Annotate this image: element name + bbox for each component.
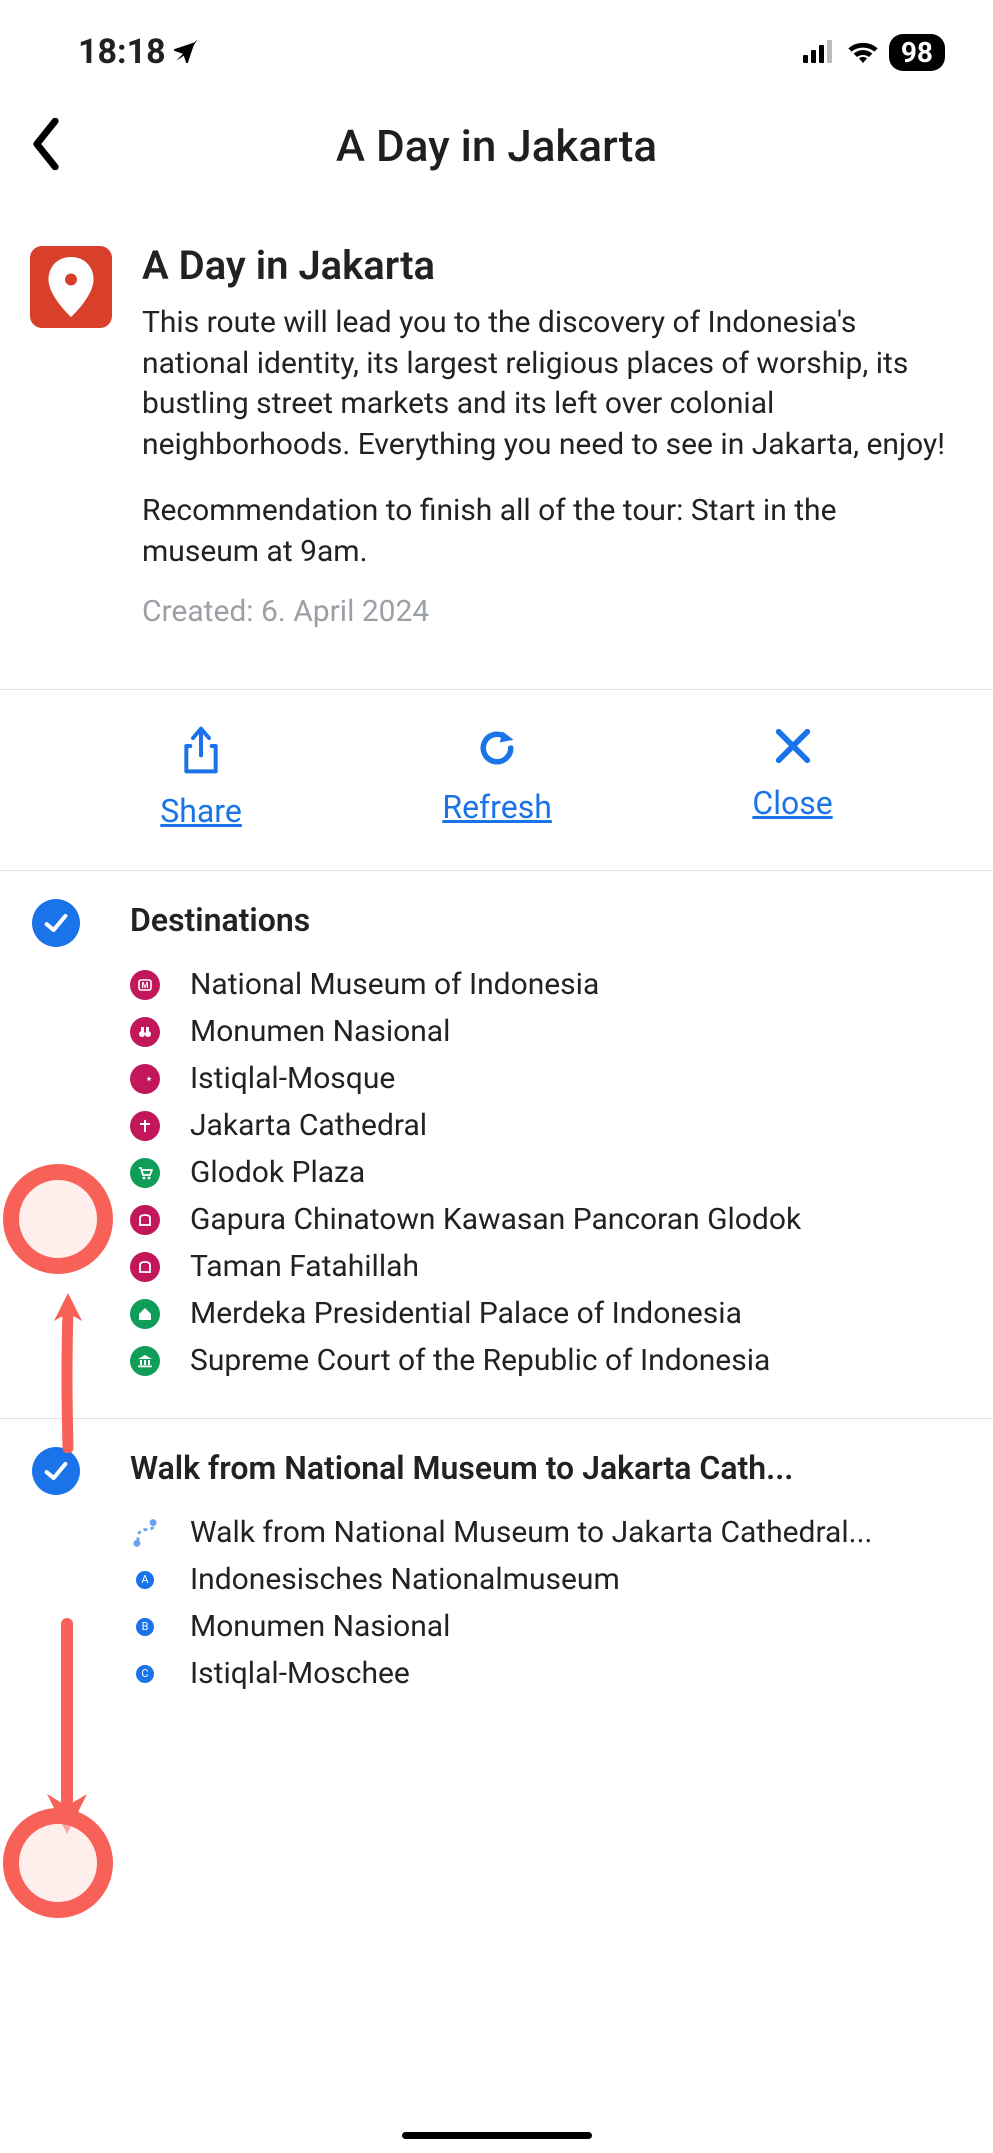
status-left: 18:18	[78, 32, 200, 72]
share-label: Share	[160, 792, 242, 830]
annotation-circle-top	[3, 1164, 113, 1274]
destination-label: Glodok Plaza	[190, 1155, 365, 1190]
refresh-button[interactable]: Refresh	[442, 726, 551, 830]
close-label: Close	[752, 784, 832, 822]
annotation-circle-bottom	[3, 1808, 113, 1918]
destination-item[interactable]: Gapura Chinatown Kawasan Pancoran Glodok	[130, 1202, 963, 1237]
header: A Day in Jakarta	[0, 80, 993, 212]
destination-label: Istiqlal-Mosque	[190, 1061, 395, 1096]
close-button[interactable]: Close	[752, 726, 832, 830]
destination-item[interactable]: Glodok Plaza	[130, 1155, 963, 1190]
annotation-arrow-up	[48, 1293, 88, 1457]
destination-label: National Museum of Indonesia	[190, 967, 599, 1002]
trip-pin-icon	[30, 246, 112, 328]
destination-label: Merdeka Presidential Palace of Indonesia	[190, 1296, 742, 1331]
poi-icon-cart	[130, 1158, 160, 1188]
page-title: A Day in Jakarta	[30, 120, 963, 172]
destination-item[interactable]: Supreme Court of the Republic of Indones…	[130, 1343, 963, 1378]
route-stop-icon: C	[130, 1659, 160, 1689]
route-stop-icon: B	[130, 1612, 160, 1642]
battery-level: 98	[889, 34, 945, 71]
destination-item[interactable]: Merdeka Presidential Palace of Indonesia	[130, 1296, 963, 1331]
trip-info: A Day in Jakarta This route will lead yo…	[0, 212, 993, 689]
walk-section[interactable]: Walk from National Museum to Jakarta Cat…	[0, 1419, 993, 1701]
destination-item[interactable]: Monumen Nasional	[130, 1014, 963, 1049]
walk-item[interactable]: A Indonesisches Nationalmuseum	[130, 1562, 963, 1597]
status-bar: 18:18 98	[0, 0, 993, 80]
walk-label: Monumen Nasional	[190, 1609, 450, 1644]
destination-item[interactable]: M National Museum of Indonesia	[130, 967, 963, 1002]
destinations-section[interactable]: Destinations M National Museum of Indones…	[0, 871, 993, 1418]
walk-item[interactable]: C Istiqlal-Moschee	[130, 1656, 963, 1691]
close-icon	[773, 726, 813, 770]
destination-label: Monumen Nasional	[190, 1014, 450, 1049]
walk-item[interactable]: Walk from National Museum to Jakarta Cat…	[130, 1515, 963, 1550]
trip-created: Created: 6. April 2024	[142, 594, 953, 629]
back-button[interactable]	[30, 118, 62, 174]
wifi-icon	[847, 32, 879, 72]
home-indicator	[402, 2132, 592, 2139]
destinations-title: Destinations	[130, 901, 963, 939]
poi-icon-house	[130, 1299, 160, 1329]
destination-item[interactable]: Jakarta Cathedral	[130, 1108, 963, 1143]
destination-label: Supreme Court of the Republic of Indones…	[190, 1343, 770, 1378]
destination-item[interactable]: Istiqlal-Mosque	[130, 1061, 963, 1096]
destination-label: Taman Fatahillah	[190, 1249, 419, 1284]
status-time: 18:18	[78, 32, 166, 72]
route-stop-icon: A	[130, 1565, 160, 1595]
refresh-icon	[475, 726, 519, 774]
poi-icon-cross	[130, 1111, 160, 1141]
poi-icon-crescent	[130, 1064, 160, 1094]
svg-text:M: M	[141, 981, 148, 990]
walk-item[interactable]: B Monumen Nasional	[130, 1609, 963, 1644]
trip-recommendation: Recommendation to finish all of the tour…	[142, 491, 953, 572]
trip-title: A Day in Jakarta	[142, 242, 953, 289]
poi-icon-gate	[130, 1252, 160, 1282]
walk-label: Indonesisches Nationalmuseum	[190, 1562, 620, 1597]
destination-label: Gapura Chinatown Kawasan Pancoran Glodok	[190, 1202, 801, 1237]
poi-icon-binoculars	[130, 1017, 160, 1047]
check-toggle-destinations[interactable]	[32, 899, 80, 947]
action-row: Share Refresh Close	[0, 690, 993, 870]
annotation-arrow-down	[42, 1616, 92, 1840]
status-right: 98	[803, 32, 945, 72]
destination-item[interactable]: Taman Fatahillah	[130, 1249, 963, 1284]
route-icon	[130, 1518, 160, 1548]
walk-title: Walk from National Museum to Jakarta Cat…	[130, 1449, 963, 1487]
location-icon	[174, 32, 200, 72]
trip-description: This route will lead you to the discover…	[142, 303, 953, 465]
share-icon	[181, 726, 221, 778]
refresh-label: Refresh	[442, 788, 551, 826]
poi-icon-gate	[130, 1205, 160, 1235]
cellular-icon	[803, 32, 837, 72]
poi-icon-museum: M	[130, 970, 160, 1000]
destination-label: Jakarta Cathedral	[190, 1108, 427, 1143]
poi-icon-bank	[130, 1346, 160, 1376]
walk-label: Istiqlal-Moschee	[190, 1656, 410, 1691]
walk-label: Walk from National Museum to Jakarta Cat…	[190, 1515, 872, 1550]
share-button[interactable]: Share	[160, 726, 242, 830]
